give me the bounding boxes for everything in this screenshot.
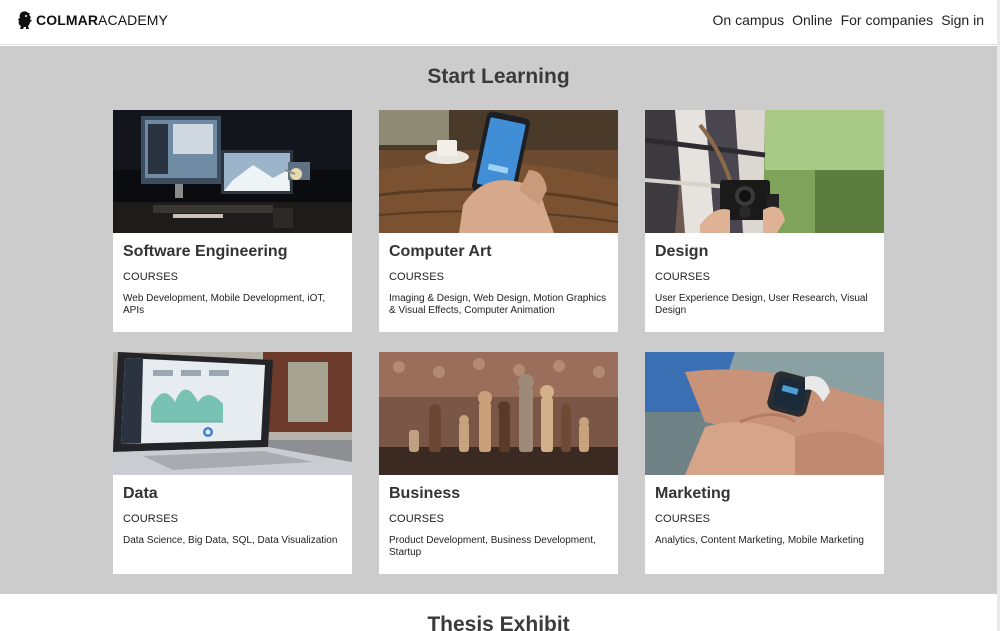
main-nav: On campus Online For companies Sign in: [705, 11, 984, 29]
card-title: Software Engineering: [123, 243, 288, 260]
chess-pieces-photo: [379, 352, 618, 475]
card-title: Computer Art: [389, 243, 492, 260]
section-title: Thesis Exhibit: [427, 613, 570, 631]
course-card-computer-art[interactable]: Computer Art COURSES Imaging & Design, W…: [379, 110, 618, 332]
laptop-charts-photo: [113, 352, 352, 475]
nav-on-campus-link[interactable]: On campus: [713, 11, 785, 29]
desk-computer-photo: [113, 110, 352, 233]
nav-for-companies-link[interactable]: For companies: [841, 11, 934, 29]
course-card-software-engineering[interactable]: Software Engineering COURSES Web Develop…: [113, 110, 352, 332]
card-subtitle: COURSES: [123, 271, 179, 283]
smartwatch-photo: [645, 352, 884, 475]
card-subtitle: COURSES: [655, 513, 711, 525]
camera-photographer-photo: [645, 110, 884, 233]
card-subtitle: COURSES: [123, 513, 179, 525]
start-learning-section: Start Learning Software Engineering COUR…: [0, 46, 997, 594]
card-description: Web Development, Mobile Development, iOT…: [123, 293, 326, 316]
card-title: Design: [655, 243, 709, 260]
brand-name: COLMARACADEMY: [36, 12, 168, 28]
brand-logo[interactable]: COLMARACADEMY: [17, 10, 168, 30]
nav-online-link[interactable]: Online: [792, 11, 832, 29]
lion-logo-icon: [18, 10, 32, 29]
thesis-exhibit-section: Thesis Exhibit: [0, 594, 997, 631]
card-subtitle: COURSES: [655, 271, 711, 283]
phone-in-hand-photo: [379, 110, 618, 233]
course-card-marketing[interactable]: Marketing COURSES Analytics, Content Mar…: [645, 352, 884, 574]
course-card-design[interactable]: Design COURSES User Experience Design, U…: [645, 110, 884, 332]
card-subtitle: COURSES: [389, 271, 445, 283]
card-title: Business: [389, 485, 461, 502]
card-description: Imaging & Design, Web Design, Motion Gra…: [389, 293, 607, 316]
card-description: Data Science, Big Data, SQL, Data Visual…: [123, 535, 338, 546]
card-description: Analytics, Content Marketing, Mobile Mar…: [655, 535, 864, 546]
card-description: User Experience Design, User Research, V…: [655, 293, 868, 316]
card-description: Product Development, Business Developmen…: [389, 535, 596, 558]
card-subtitle: COURSES: [389, 513, 445, 525]
course-card-data[interactable]: Data COURSES Data Science, Big Data, SQL…: [113, 352, 352, 574]
course-card-business[interactable]: Business COURSES Product Development, Bu…: [379, 352, 618, 574]
top-navigation-bar: COLMARACADEMY On campus Online For compa…: [0, 0, 997, 45]
nav-sign-in-link[interactable]: Sign in: [941, 11, 984, 29]
card-title: Data: [123, 485, 158, 502]
section-title: Start Learning: [427, 65, 570, 88]
card-title: Marketing: [655, 485, 731, 502]
